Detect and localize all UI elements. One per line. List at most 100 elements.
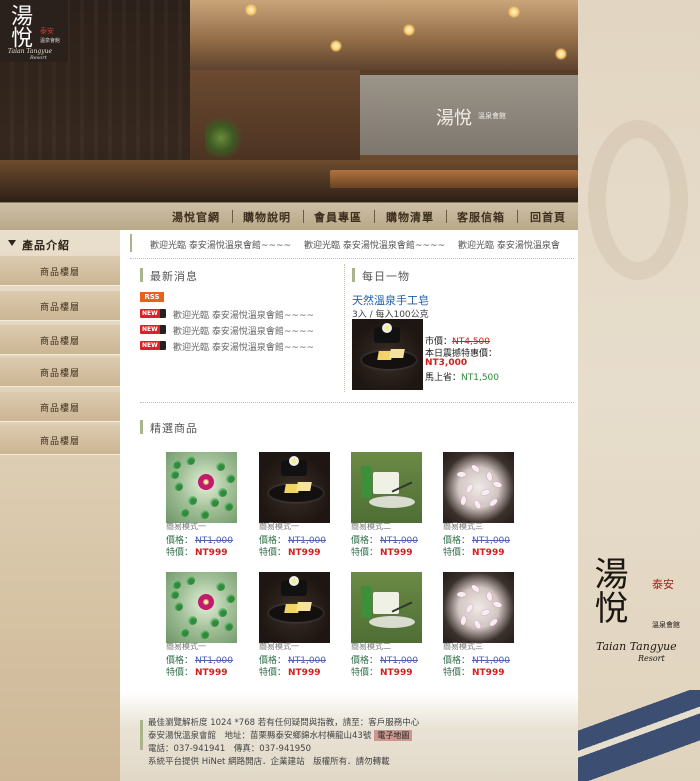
sidebar-item-category[interactable]: 商品樓層 xyxy=(0,425,120,455)
product-image[interactable] xyxy=(166,452,237,523)
special-label: 特價： xyxy=(166,548,194,558)
product-card[interactable]: 簡易模式三 價格： NT1,000 特價： NT999 xyxy=(443,572,515,680)
marquee: 歡迎光臨 泰安湯悅溫泉會館~~~~ 歡迎光臨 泰安湯悅溫泉會館~~~~ 歡迎光臨… xyxy=(130,234,574,252)
product-image[interactable] xyxy=(259,452,330,523)
sidebar-item-label: 商品樓層 xyxy=(40,268,81,278)
footer-address: 泰安湯悅溫泉會館 地址：苗栗縣泰安鄉錦水村横龍山43號 xyxy=(148,731,372,741)
wall-sign-sub: 溫泉會館 xyxy=(478,112,506,120)
nav-shopping-list[interactable]: 購物清單 xyxy=(386,209,434,225)
logo-sub: 溫泉會館 xyxy=(40,38,61,44)
nav-separator xyxy=(232,210,233,223)
product-name[interactable]: 簡易模式一 xyxy=(166,521,206,532)
nav-member-area[interactable]: 會員專區 xyxy=(314,209,362,225)
special-label: 特價： xyxy=(443,548,471,558)
product-name[interactable]: 簡易模式二 xyxy=(351,641,391,652)
product-image[interactable] xyxy=(443,572,514,643)
main-content: 歡迎光臨 泰安湯悅溫泉會館~~~~ 歡迎光臨 泰安湯悅溫泉會館~~~~ 歡迎光臨… xyxy=(120,230,578,781)
ceiling-lamp xyxy=(245,4,257,16)
nav-separator xyxy=(446,210,447,223)
product-card[interactable]: 簡易模式三 價格： NT1,000 特價： NT999 xyxy=(443,452,515,560)
product-card[interactable]: 簡易模式二 價格： NT1,000 特價： NT999 xyxy=(351,452,423,560)
footer-line: 電話：037-941941 傳真：037-941950 xyxy=(148,744,311,754)
nav-home[interactable]: 回首頁 xyxy=(530,209,566,225)
sidebar-item-category[interactable]: 商品樓層 xyxy=(0,357,120,387)
nav-official-site[interactable]: 湯悅官網 xyxy=(172,209,220,225)
product-name[interactable]: 簡易模式三 xyxy=(443,641,483,652)
daily-product-link[interactable]: 天然溫泉手工皂 xyxy=(352,292,429,308)
plant xyxy=(205,118,245,158)
sidebar-item-label: 商品樓層 xyxy=(40,369,81,379)
nav-separator xyxy=(303,210,304,223)
site-footer: 最佳瀏覽解析度 1024 *768 若有任何疑問與指教，請至：客戶服務中心 泰安… xyxy=(120,692,578,781)
product-card[interactable]: 簡易模式一 價格： NT1,000 特價： NT999 xyxy=(259,452,331,560)
product-name[interactable]: 簡易模式一 xyxy=(166,641,206,652)
product-image[interactable] xyxy=(166,572,237,643)
product-image[interactable] xyxy=(351,452,422,523)
special-label: 特價： xyxy=(351,668,379,678)
daily-product-image[interactable] xyxy=(352,319,423,390)
reception-counter xyxy=(330,170,578,188)
brand-en2: Resort xyxy=(638,654,665,663)
sidebar-item-label: 商品樓層 xyxy=(40,437,81,447)
news-item[interactable]: NEW 歡迎光臨 泰安湯悅溫泉會館~~~~ xyxy=(140,308,340,321)
logo-en: Taian Tangyue xyxy=(8,48,53,55)
sidebar-item-label: 商品樓層 xyxy=(40,337,81,347)
special-label: 特價： xyxy=(259,668,287,678)
special-price: NT999 xyxy=(195,548,228,558)
news-item-text: 歡迎光臨 泰安湯悅溫泉會館~~~~ xyxy=(173,343,315,353)
news-item[interactable]: NEW 歡迎光臨 泰安湯悅溫泉會館~~~~ xyxy=(140,340,340,353)
news-title: 最新消息 xyxy=(150,270,198,283)
product-image[interactable] xyxy=(259,572,330,643)
product-name[interactable]: 簡易模式一 xyxy=(259,641,299,652)
product-name[interactable]: 簡易模式二 xyxy=(351,521,391,532)
special-label: 特價： xyxy=(443,668,471,678)
sidebar-item-label: 商品樓層 xyxy=(40,303,81,313)
special-label: 特價： xyxy=(351,548,379,558)
special-price: NT999 xyxy=(380,668,413,678)
sidebar-item-category[interactable]: 商品樓層 xyxy=(0,256,120,286)
product-sidebar: 產品介紹 商品樓層 商品樓層 商品樓層 商品樓層 商品樓層 商品樓層 xyxy=(0,230,120,781)
product-card[interactable]: 簡易模式一 價格： NT1,000 特價： NT999 xyxy=(166,452,238,560)
divider xyxy=(140,402,574,403)
nav-shopping-guide[interactable]: 購物說明 xyxy=(243,209,291,225)
section-marker xyxy=(140,420,143,434)
sidebar-item-label: 商品樓層 xyxy=(40,404,81,414)
site-logo[interactable]: 湯悅 泰安 溫泉會館 Taian Tangyue Resort xyxy=(0,0,68,62)
product-image[interactable] xyxy=(443,452,514,523)
daily-title: 每日一物 xyxy=(362,270,410,283)
news-item-text: 歡迎光臨 泰安湯悅溫泉會館~~~~ xyxy=(173,311,315,321)
nav-separator xyxy=(374,210,375,223)
product-card[interactable]: 簡易模式二 價格： NT1,000 特價： NT999 xyxy=(351,572,423,680)
logo-red: 泰安 xyxy=(40,27,54,35)
ceiling-lamp xyxy=(555,48,567,60)
special-price-value: NT3,000 xyxy=(425,358,468,368)
section-marker xyxy=(352,268,355,282)
rss-icon[interactable]: RSS xyxy=(140,292,164,302)
product-image[interactable] xyxy=(351,572,422,643)
wave-illustration xyxy=(578,690,700,781)
special-label: 特價： xyxy=(259,548,287,558)
brand-red-text: 泰安 xyxy=(652,578,674,591)
product-name[interactable]: 簡易模式一 xyxy=(259,521,299,532)
sidebar-item-category[interactable]: 商品樓層 xyxy=(0,291,120,321)
new-badge: NEW xyxy=(140,309,166,318)
special-price: NT999 xyxy=(380,548,413,558)
nav-support-mail[interactable]: 客服信箱 xyxy=(457,209,505,225)
news-item[interactable]: NEW 歡迎光臨 泰安湯悅溫泉會館~~~~ xyxy=(140,324,340,337)
ceiling-lamp xyxy=(403,24,415,36)
product-card[interactable]: 簡易模式一 價格： NT1,000 特價： NT999 xyxy=(166,572,238,680)
top-navigation: 湯悅官網 購物說明 會員專區 購物清單 客服信箱 回首頁 xyxy=(0,202,578,230)
map-button[interactable]: 電子地圖 xyxy=(374,730,413,741)
product-special-row: 特價： NT999 xyxy=(259,665,320,678)
product-card[interactable]: 簡易模式一 價格： NT1,000 特價： NT999 xyxy=(259,572,331,680)
triangle-down-icon xyxy=(8,240,16,246)
ceiling-lamp xyxy=(330,40,342,52)
sidebar-item-category[interactable]: 商品樓層 xyxy=(0,325,120,355)
brand-sub: 溫泉會館 xyxy=(652,621,680,629)
sidebar-item-category[interactable]: 商品樓層 xyxy=(0,392,120,422)
save-label: 馬上省： xyxy=(425,373,462,383)
marquee-item: 歡迎光臨 泰安湯悅溫泉會館~~~~ xyxy=(304,241,446,251)
product-name[interactable]: 簡易模式三 xyxy=(443,521,483,532)
ceiling-lamp xyxy=(508,6,520,18)
product-special-row: 特價： NT999 xyxy=(166,665,227,678)
